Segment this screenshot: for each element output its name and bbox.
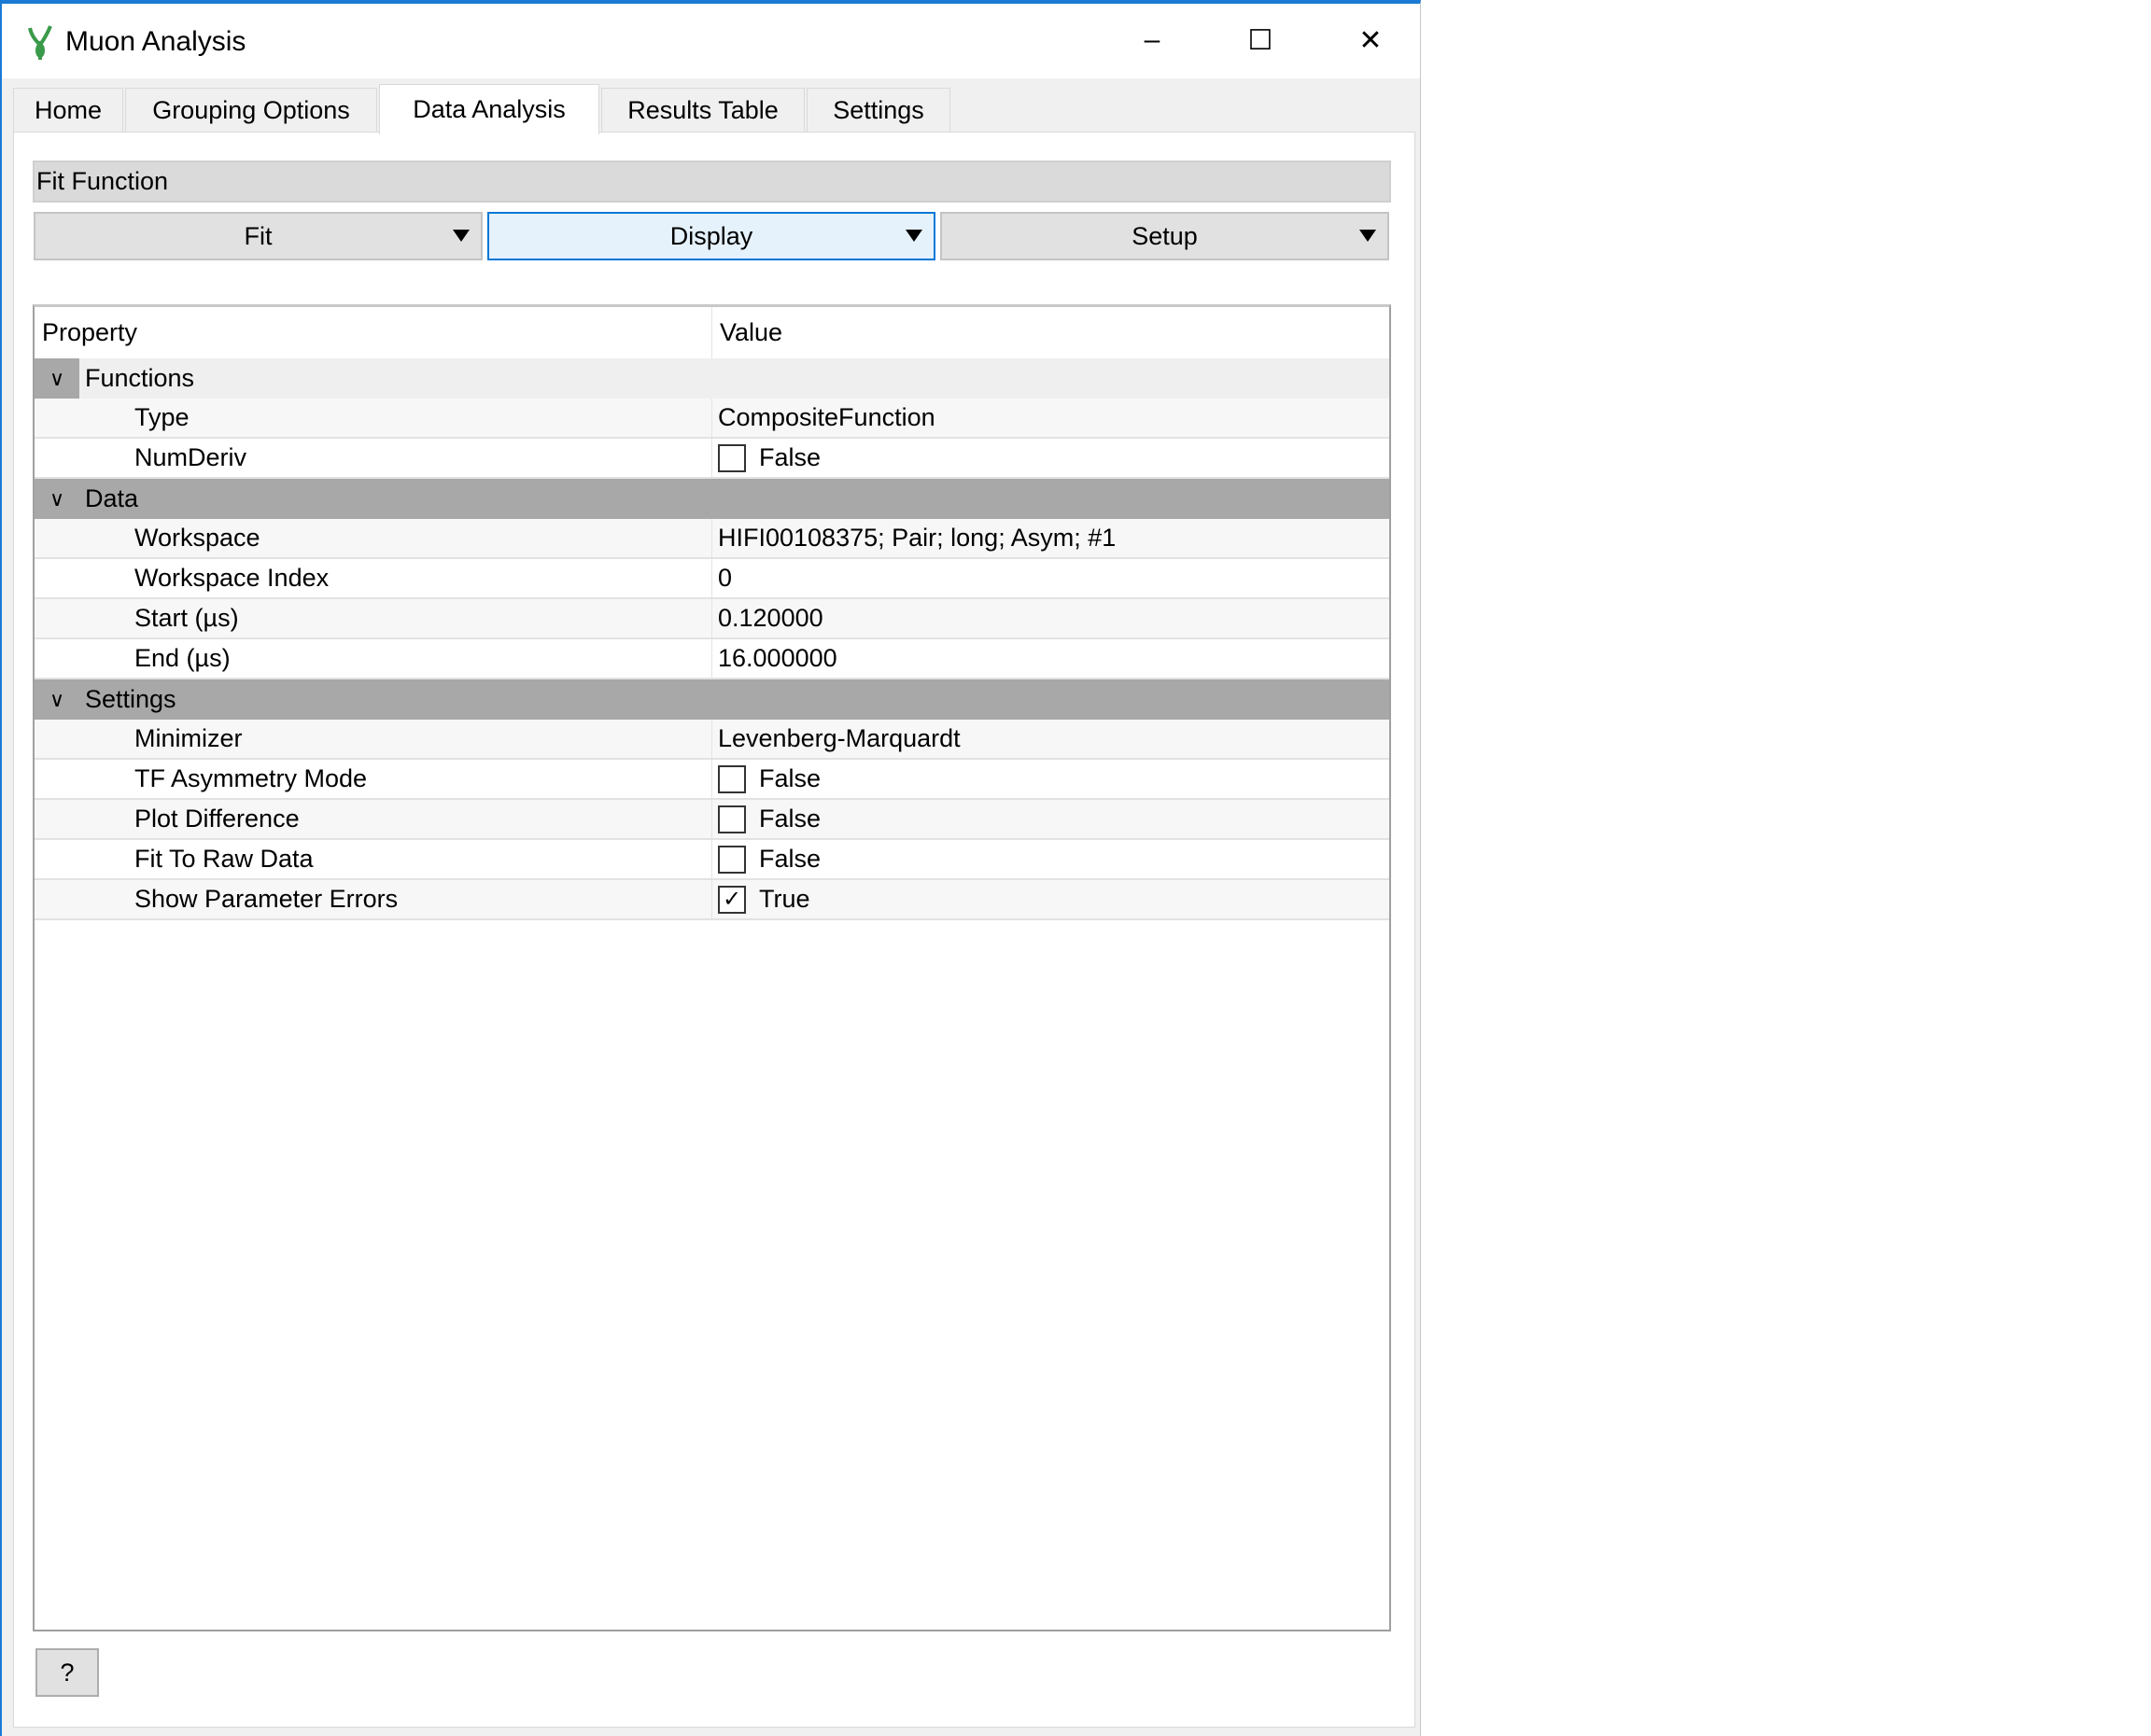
display-button-label: Display <box>669 221 753 250</box>
property-name: Start (µs) <box>35 599 712 637</box>
property-name: End (µs) <box>35 639 712 678</box>
value-text: False <box>759 845 822 873</box>
property-value[interactable]: False <box>712 800 1389 838</box>
table-row[interactable]: TF Asymmetry Mode False <box>35 760 1389 800</box>
group-settings[interactable]: ∨ Settings <box>35 679 1389 720</box>
table-row[interactable]: Start (µs) 0.120000 <box>35 599 1389 639</box>
value-text: Levenberg-Marquardt <box>718 724 961 752</box>
window-title: Muon Analysis <box>65 26 246 57</box>
collapse-chevron-icon[interactable]: ∨ <box>35 358 79 399</box>
table-row[interactable]: Type CompositeFunction <box>35 399 1389 439</box>
checkbox[interactable] <box>718 443 746 472</box>
value-text: HIFI00108375; Pair; long; Asym; #1 <box>718 524 1117 552</box>
dropdown-arrow-icon <box>906 230 922 242</box>
table-row[interactable]: Show Parameter Errors ✓ True <box>35 880 1389 920</box>
setup-button-label: Setup <box>1132 221 1198 250</box>
group-label: Functions <box>85 364 195 392</box>
value-text: False <box>759 764 822 792</box>
property-value[interactable]: False <box>712 840 1389 878</box>
header-property: Property <box>35 307 712 358</box>
value-text: True <box>759 885 810 913</box>
property-name: Show Parameter Errors <box>35 880 712 918</box>
fit-function-header: Fit Function <box>33 161 1391 203</box>
minimize-button[interactable]: – <box>1115 17 1189 63</box>
tab-bar: Home Grouping Options Data Analysis Resu… <box>13 84 1413 134</box>
group-label: Data <box>85 484 139 512</box>
property-name: TF Asymmetry Mode <box>35 760 712 798</box>
table-row[interactable]: Minimizer Levenberg-Marquardt <box>35 720 1389 760</box>
table-row[interactable]: NumDeriv False <box>35 439 1389 479</box>
property-value[interactable]: CompositeFunction <box>712 399 1389 437</box>
property-name: Type <box>35 399 712 437</box>
property-value[interactable]: ✓ True <box>712 880 1389 918</box>
property-name: Fit To Raw Data <box>35 840 712 878</box>
value-text: 0.120000 <box>718 604 823 632</box>
value-text: False <box>759 805 822 833</box>
checkbox[interactable]: ✓ <box>718 885 746 914</box>
property-name: NumDeriv <box>35 439 712 477</box>
property-value[interactable]: 0 <box>712 559 1389 597</box>
tab-settings[interactable]: Settings <box>807 88 950 133</box>
property-value[interactable]: 0.120000 <box>712 599 1389 637</box>
close-button[interactable]: ✕ <box>1333 17 1408 63</box>
property-value[interactable]: HIFI00108375; Pair; long; Asym; #1 <box>712 519 1389 557</box>
tab-home[interactable]: Home <box>13 88 123 133</box>
header-value: Value <box>720 318 783 346</box>
property-value[interactable]: Levenberg-Marquardt <box>712 720 1389 758</box>
setup-button[interactable]: Setup <box>940 212 1389 260</box>
group-label: Settings <box>85 685 176 713</box>
table-row[interactable]: Workspace Index 0 <box>35 559 1389 599</box>
table-header: Property Value <box>35 307 1389 358</box>
property-value[interactable]: False <box>712 760 1389 798</box>
collapse-chevron-icon[interactable]: ∨ <box>35 479 79 519</box>
collapse-chevron-icon[interactable]: ∨ <box>35 679 79 720</box>
checkbox[interactable] <box>718 805 746 833</box>
muon-analysis-window: Muon Analysis – ☐ ✕ Home Grouping Option… <box>0 0 1421 1736</box>
value-text: 16.000000 <box>718 644 837 672</box>
property-name: Plot Difference <box>35 800 712 838</box>
property-name: Minimizer <box>35 720 712 758</box>
checkbox[interactable] <box>718 845 746 874</box>
value-text: 0 <box>718 564 733 592</box>
group-data[interactable]: ∨ Data <box>35 479 1389 519</box>
fit-button[interactable]: Fit <box>34 212 483 260</box>
tab-results-table[interactable]: Results Table <box>601 88 805 133</box>
table-row[interactable]: Plot Difference False <box>35 800 1389 840</box>
group-functions[interactable]: ∨ Functions <box>35 358 1389 399</box>
property-value[interactable]: False <box>712 439 1389 477</box>
property-value[interactable]: 16.000000 <box>712 639 1389 678</box>
tab-grouping-options[interactable]: Grouping Options <box>125 88 377 133</box>
property-browser[interactable]: Property Value ∨ Functions Type CompositeFu… <box>33 304 1391 1631</box>
help-button[interactable]: ? <box>35 1648 99 1697</box>
dropdown-arrow-icon <box>1359 230 1376 242</box>
table-row[interactable]: End (µs) 16.000000 <box>35 639 1389 679</box>
fit-button-label: Fit <box>244 221 273 250</box>
title-bar: Muon Analysis – ☐ ✕ <box>2 4 1420 78</box>
property-name: Workspace Index <box>35 559 712 597</box>
maximize-button[interactable]: ☐ <box>1223 17 1298 63</box>
property-name: Workspace <box>35 519 712 557</box>
mantid-app-icon <box>28 25 52 60</box>
value-text: CompositeFunction <box>718 403 935 431</box>
checkbox[interactable] <box>718 764 746 793</box>
table-row[interactable]: Workspace HIFI00108375; Pair; long; Asym;… <box>35 519 1389 559</box>
value-text: False <box>759 443 822 471</box>
dropdown-arrow-icon <box>453 230 470 242</box>
tab-data-analysis[interactable]: Data Analysis <box>379 84 599 134</box>
display-button[interactable]: Display <box>487 212 935 260</box>
table-row[interactable]: Fit To Raw Data False <box>35 840 1389 880</box>
